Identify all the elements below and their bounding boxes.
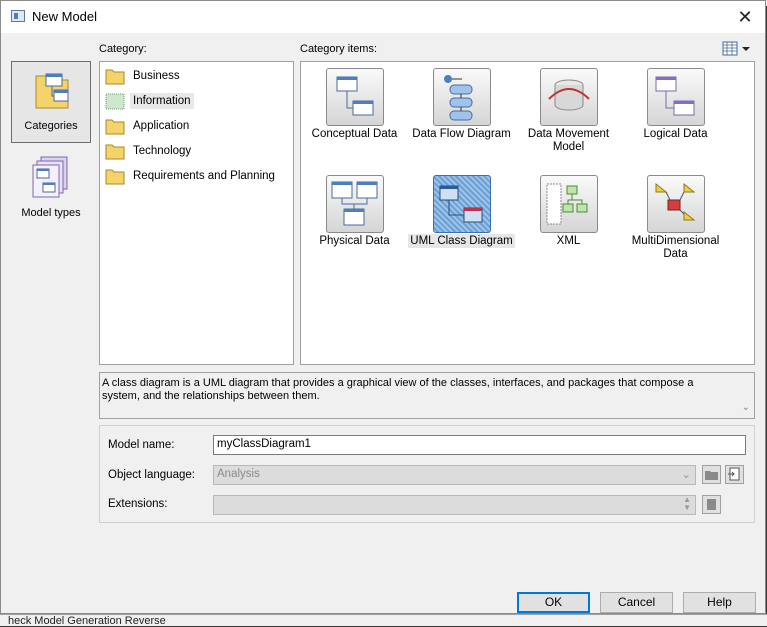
item-label: Logical Data [643, 128, 708, 140]
item-label: MultiDimensional Data [631, 235, 720, 260]
scroll-down-icon[interactable]: ⌄ [742, 401, 750, 414]
item-label: UML Class Diagram [408, 234, 515, 248]
folder-icon [105, 144, 125, 160]
properties-button[interactable] [725, 465, 744, 484]
category-items-label: Category items: [300, 43, 378, 55]
item-data-flow-diagram[interactable]: Data Flow Diagram [408, 62, 515, 141]
model-properties-form: Model name: myClassDiagram1 Object langu… [99, 425, 755, 523]
object-language-label: Object language: [108, 469, 195, 481]
category-item-requirements-and-planning[interactable]: Requirements and Planning [105, 165, 278, 187]
conceptual-data-icon [325, 68, 384, 126]
categories-icon [35, 73, 69, 109]
category-item-technology[interactable]: Technology [105, 140, 194, 162]
logical-data-icon [646, 68, 705, 126]
item-multidimensional-data[interactable]: MultiDimensional Data [622, 169, 729, 261]
category-item-application[interactable]: Application [105, 115, 192, 137]
extensions-select-button[interactable] [702, 495, 721, 514]
view-selector-panel: Categories Model types [11, 58, 93, 358]
item-data-movement-model[interactable]: Data Movement Model [515, 62, 622, 154]
model-types-button[interactable]: Model types [11, 149, 91, 231]
browse-folder-button[interactable] [702, 465, 721, 484]
item-logical-data[interactable]: Logical Data [622, 62, 729, 141]
category-item-information[interactable]: Information [105, 90, 194, 112]
category-item-label: Requirements and Planning [133, 170, 275, 182]
data-flow-diagram-icon [432, 68, 491, 126]
folder-icon [105, 69, 125, 85]
category-item-label: Business [133, 70, 180, 82]
category-list: Business Information Application Technol… [99, 61, 294, 365]
object-language-select[interactable]: Analysis ⌄ [213, 465, 696, 485]
folder-icon [705, 471, 718, 480]
categories-button[interactable]: Categories [11, 61, 91, 143]
description-text: A class diagram is a UML diagram that pr… [102, 377, 694, 402]
item-label: XML [556, 235, 581, 247]
item-physical-data[interactable]: Physical Data [301, 169, 408, 248]
category-item-business[interactable]: Business [105, 65, 183, 87]
folder-icon [105, 169, 125, 185]
folder-icon [105, 119, 125, 135]
categories-label: Categories [24, 120, 78, 132]
model-name-input[interactable]: myClassDiagram1 [213, 435, 746, 455]
model-name-label: Model name: [108, 439, 175, 451]
item-label: Data Flow Diagram [412, 128, 511, 140]
title-bar[interactable]: New Model ✕ [1, 1, 765, 33]
background-status-text: heck Model Generation Reverse [8, 615, 166, 627]
cancel-button[interactable]: Cancel [600, 592, 673, 613]
item-uml-class-diagram[interactable]: UML Class Diagram [408, 169, 515, 248]
folder-icon [105, 93, 125, 110]
item-label-text: UML Class Diagram [408, 234, 515, 248]
item-xml[interactable]: XML [515, 169, 622, 248]
new-model-dialog: New Model ✕ Categories Model types Categ… [0, 0, 766, 614]
chevron-down-icon: ⌄ [681, 469, 691, 481]
close-button[interactable]: ✕ [733, 5, 757, 29]
category-items-panel: Conceptual Data Data Flow Diagram Data M… [300, 61, 755, 365]
help-button[interactable]: Help [683, 592, 756, 613]
dialog-title: New Model [32, 9, 98, 24]
view-mode-dropdown[interactable] [722, 41, 752, 57]
item-label: Data Movement Model [527, 128, 610, 153]
item-label: Physical Data [319, 235, 390, 247]
uml-class-diagram-icon [432, 175, 491, 233]
multidimensional-data-icon [646, 175, 705, 233]
model-name-value: myClassDiagram1 [217, 438, 311, 450]
background-status-bar: heck Model Generation Reverse [0, 614, 767, 627]
item-conceptual-data[interactable]: Conceptual Data [301, 62, 408, 141]
category-item-label: Information [130, 93, 194, 109]
description-box: A class diagram is a UML diagram that pr… [99, 372, 755, 419]
object-language-value: Analysis [217, 468, 260, 480]
model-types-label: Model types [21, 207, 81, 219]
grid-view-icon [722, 41, 750, 56]
select-extensions-icon [707, 499, 716, 510]
properties-icon [728, 467, 740, 481]
extensions-field[interactable]: ▲ ▼ [213, 495, 696, 515]
model-types-icon [32, 156, 68, 198]
xml-icon [539, 175, 598, 233]
item-label: Conceptual Data [311, 128, 398, 140]
category-item-label: Technology [133, 145, 192, 157]
app-window-icon [11, 10, 25, 22]
extensions-label: Extensions: [108, 498, 168, 510]
spinner-icon: ▲ ▼ [683, 495, 691, 512]
physical-data-icon [325, 175, 384, 233]
ok-button[interactable]: OK [517, 592, 590, 613]
category-item-label: Application [133, 120, 190, 132]
category-label: Category: [99, 43, 147, 55]
data-movement-model-icon [539, 68, 598, 126]
